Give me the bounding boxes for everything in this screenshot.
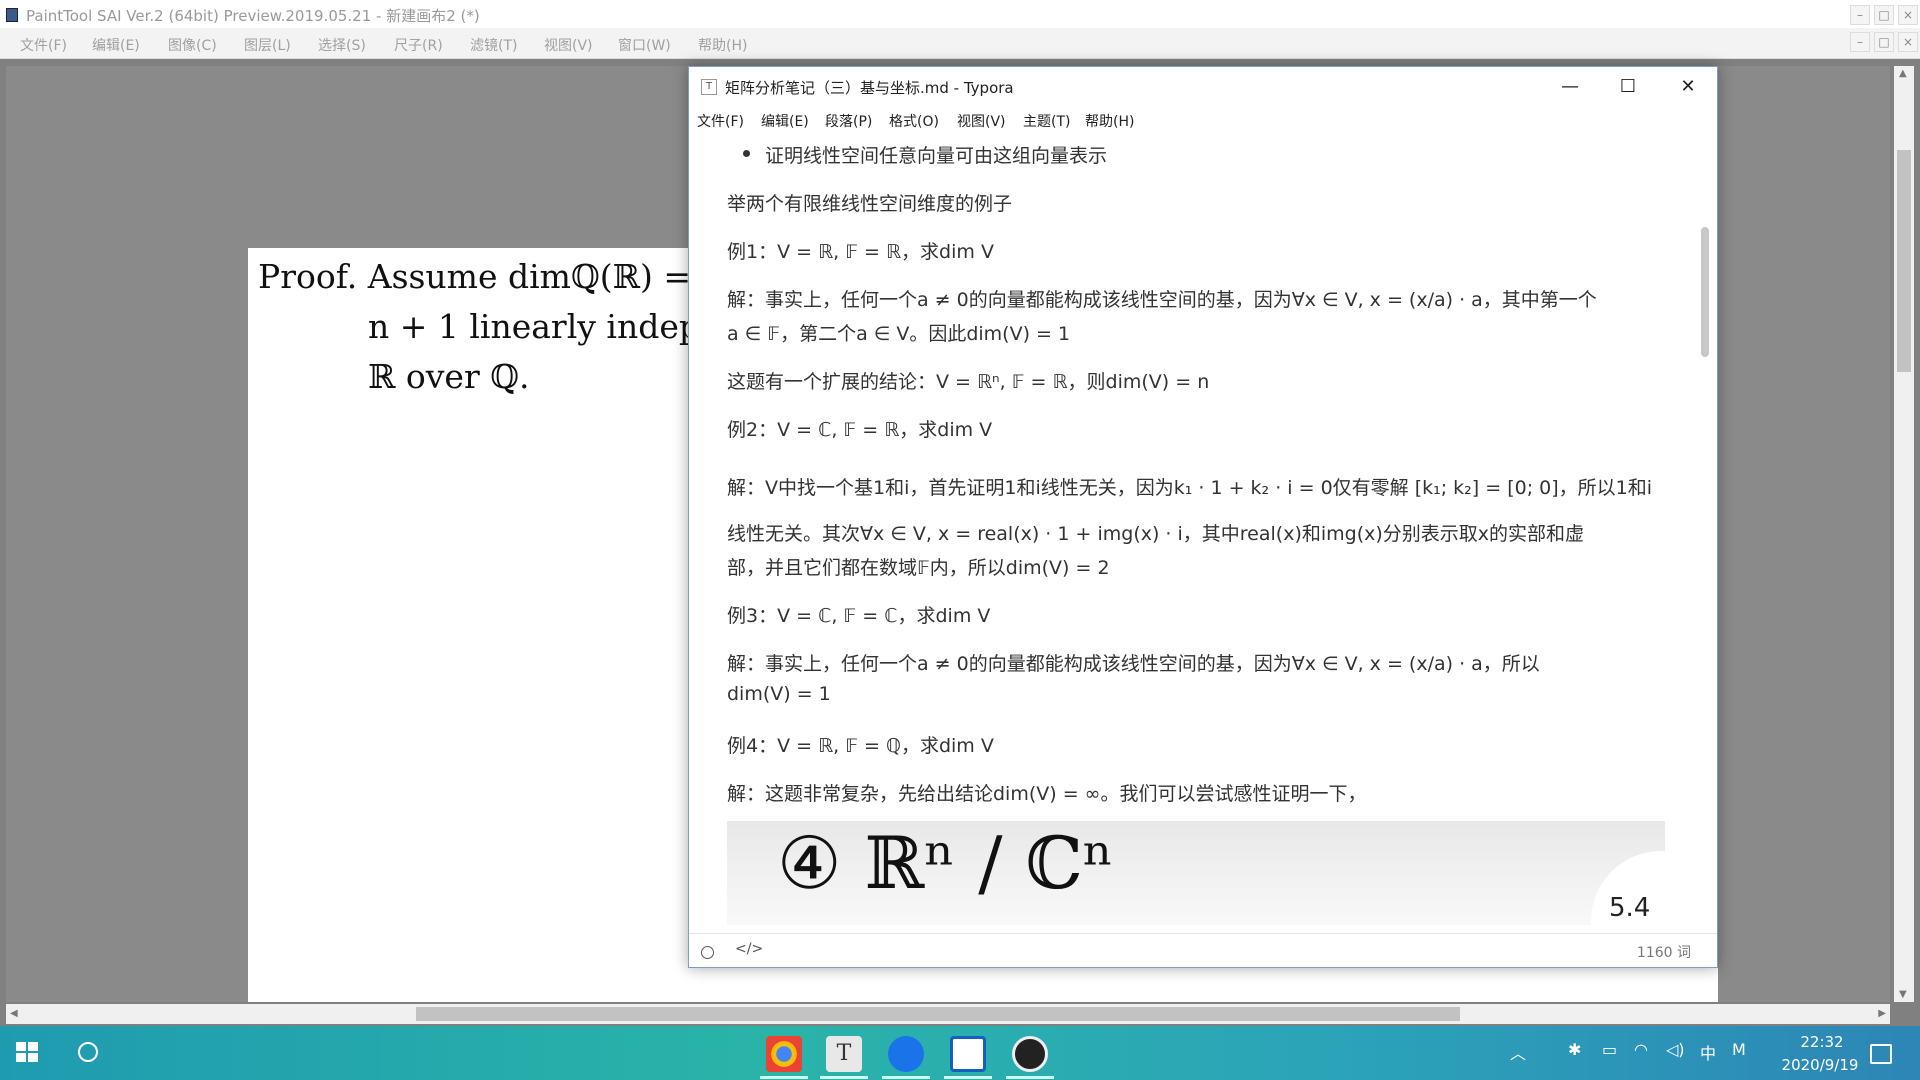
text-line[interactable]: 举两个有限维线性空间维度的例子 [727, 189, 1012, 216]
typora-taskbar-icon[interactable]: T [826, 1036, 862, 1072]
text-line[interactable]: 这题有一个扩展的结论：V = ℝⁿ, 𝔽 = ℝ，则dim(V) = n [727, 367, 1209, 394]
scroll-right-icon[interactable]: ▶ [1878, 1008, 1886, 1019]
scroll-up-icon[interactable]: ▲ [1899, 68, 1907, 79]
typora-menubar: 文件(F) 编辑(E) 段落(P) 格式(O) 视图(V) 主题(T) 帮助(H… [689, 107, 1717, 135]
windows-start-icon[interactable] [16, 1042, 40, 1064]
notification-center-icon[interactable] [1870, 1044, 1892, 1064]
text-line[interactable]: 解：事实上，任何一个a ≠ 0的向量都能构成该线性空间的基，因为∀x ∈ V, … [727, 285, 1597, 312]
scroll-left-icon[interactable]: ◀ [10, 1008, 18, 1019]
typora-app-icon: T [701, 79, 717, 95]
chrome-icon[interactable] [766, 1036, 802, 1072]
text-line[interactable]: dim(V) = 1 [727, 683, 831, 705]
source-code-icon[interactable]: </> [735, 941, 763, 957]
typora-close-icon[interactable]: ✕ [1665, 71, 1711, 103]
video-size-bubble: 5.4 [1591, 851, 1665, 925]
typora-menu-help[interactable]: 帮助(H) [1085, 111, 1134, 131]
taskbar: T ︿ ✱ ▭ ◠ ◁) 中 M 22:32 2020/9/19 [0, 1026, 1920, 1080]
typora-window: T 矩阵分析笔记（三）基与坐标.md - Typora — ☐ ✕ 文件(F) … [688, 66, 1718, 968]
text-line[interactable]: 解：事实上，任何一个a ≠ 0的向量都能构成该线性空间的基，因为∀x ∈ V, … [727, 649, 1540, 676]
sai-menu-ruler[interactable]: 尺子(R) [394, 35, 443, 55]
sai-taskbar-icon[interactable] [950, 1036, 986, 1072]
feishu-icon[interactable] [888, 1036, 924, 1072]
bluetooth-icon[interactable]: ✱ [1568, 1040, 1581, 1059]
word-count[interactable]: 1160 词 [1637, 942, 1691, 962]
proof-line-3: ℝ over ℚ. [368, 357, 530, 396]
bubble-text: 5.4 [1609, 893, 1651, 923]
feishu-active-indicator [882, 1076, 930, 1079]
vertical-scroll-thumb[interactable] [1897, 150, 1911, 372]
text-line[interactable]: 证明线性空间任意向量可由这组向量表示 [765, 141, 1107, 168]
typora-menu-view[interactable]: 视图(V) [957, 111, 1006, 131]
volume-icon[interactable]: ◁) [1666, 1040, 1685, 1059]
close-icon[interactable]: × [1898, 5, 1918, 25]
sai-menu-edit[interactable]: 编辑(E) [92, 35, 140, 55]
scroll-down-icon[interactable]: ▼ [1899, 989, 1907, 1000]
typora-active-indicator [820, 1076, 868, 1079]
text-line[interactable]: 部，并且它们都在数域𝔽内，所以dim(V) = 2 [727, 553, 1110, 580]
tray-chevron-icon[interactable]: ︿ [1510, 1040, 1526, 1064]
sai-menu-image[interactable]: 图像(C) [168, 35, 217, 55]
sai-menu-window[interactable]: 窗口(W) [618, 35, 671, 55]
maximize-icon[interactable]: □ [1874, 5, 1894, 25]
chrome-active-indicator [760, 1076, 808, 1079]
example-4-heading[interactable]: 例4：V = ℝ, 𝔽 = ℚ，求dim V [727, 731, 994, 758]
sai-active-indicator [944, 1076, 992, 1079]
example-3-heading[interactable]: 例3：V = ℂ, 𝔽 = ℂ，求dim V [727, 601, 990, 628]
sai-menu-view[interactable]: 视图(V) [544, 35, 593, 55]
proof-line-1: Proof. Assume dimℚ(ℝ) = [258, 257, 692, 296]
sai-window-title: PaintTool SAI Ver.2 (64bit) Preview.2019… [26, 7, 480, 25]
doc-close-icon[interactable]: × [1898, 32, 1918, 52]
text-line[interactable]: 线性无关。其次∀x ∈ V, x = real(x) · 1 + img(x) … [727, 519, 1584, 546]
typora-menu-edit[interactable]: 编辑(E) [761, 111, 809, 131]
example-2-heading[interactable]: 例2：V = ℂ, 𝔽 = ℝ，求dim V [727, 415, 992, 442]
doc-restore-icon[interactable]: □ [1874, 32, 1894, 52]
sai-menu-layer[interactable]: 图层(L) [244, 35, 291, 55]
sai-menu-help[interactable]: 帮助(H) [698, 35, 747, 55]
typora-menu-theme[interactable]: 主题(T) [1023, 111, 1070, 131]
sai-menu-filter[interactable]: 滤镜(T) [470, 35, 517, 55]
horizontal-scroll-thumb[interactable] [416, 1007, 1460, 1021]
minimize-icon[interactable]: – [1850, 5, 1870, 25]
sai-menubar: 文件(F) 编辑(E) 图像(C) 图层(L) 选择(S) 尺子(R) 滤镜(T… [0, 28, 1920, 59]
typora-menu-format[interactable]: 格式(O) [889, 111, 939, 131]
clock-time[interactable]: 22:32 [1786, 1033, 1858, 1051]
obs-icon[interactable] [1012, 1036, 1048, 1072]
ime-language[interactable]: 中 [1700, 1040, 1716, 1064]
sai-menu-select[interactable]: 选择(S) [318, 35, 366, 55]
sai-menu-file[interactable]: 文件(F) [20, 35, 67, 55]
proof-line-2: n + 1 linearly indepe [368, 307, 720, 346]
sai-titlebar: PaintTool SAI Ver.2 (64bit) Preview.2019… [0, 0, 1920, 28]
battery-icon[interactable]: ▭ [1602, 1040, 1617, 1059]
outline-toggle-icon[interactable] [701, 946, 714, 959]
typora-menu-paragraph[interactable]: 段落(P) [825, 111, 872, 131]
text-line[interactable]: 解：V中找一个基1和i，首先证明1和i线性无关，因为k₁ · 1 + k₂ · … [727, 473, 1652, 500]
example-1-heading[interactable]: 例1：V = ℝ, 𝔽 = ℝ，求dim V [727, 237, 994, 264]
typora-editor[interactable]: 证明线性空间任意向量可由这组向量表示 举两个有限维线性空间维度的例子 例1：V … [689, 135, 1699, 925]
text-line[interactable]: a ∈ 𝔽，第二个a ∈ V。因此dim(V) = 1 [727, 319, 1070, 346]
typora-scroll-thumb[interactable] [1701, 227, 1709, 357]
typora-window-title: 矩阵分析笔记（三）基与坐标.md - Typora [725, 79, 1014, 97]
canvas-proof-text: Proof. Assume dimℚ(ℝ) = n + 1 linearly i… [258, 252, 720, 402]
obs-active-indicator [1006, 1076, 1054, 1079]
typora-menu-file[interactable]: 文件(F) [697, 111, 744, 131]
ime-mode[interactable]: M [1732, 1040, 1746, 1059]
handwriting-image[interactable]: ④ ℝⁿ / ℂⁿ 5.4 [727, 821, 1665, 925]
text-line[interactable]: 解：这题非常复杂，先给出结论dim(V) = ∞。我们可以尝试感性证明一下， [727, 779, 1367, 806]
typora-statusbar: </> 1160 词 [689, 933, 1717, 967]
typora-titlebar: T 矩阵分析笔记（三）基与坐标.md - Typora — ☐ ✕ [689, 67, 1717, 107]
sai-app-icon [6, 8, 18, 22]
doc-minimize-icon[interactable]: – [1850, 32, 1870, 52]
bullet-icon [743, 150, 750, 157]
cortana-search-icon[interactable] [78, 1042, 98, 1062]
clock-date[interactable]: 2020/9/19 [1770, 1056, 1870, 1074]
wifi-icon[interactable]: ◠ [1634, 1040, 1648, 1059]
typora-maximize-icon[interactable]: ☐ [1605, 71, 1651, 103]
typora-minimize-icon[interactable]: — [1547, 71, 1593, 103]
handwriting-text: ④ ℝⁿ / ℂⁿ [777, 821, 1114, 905]
